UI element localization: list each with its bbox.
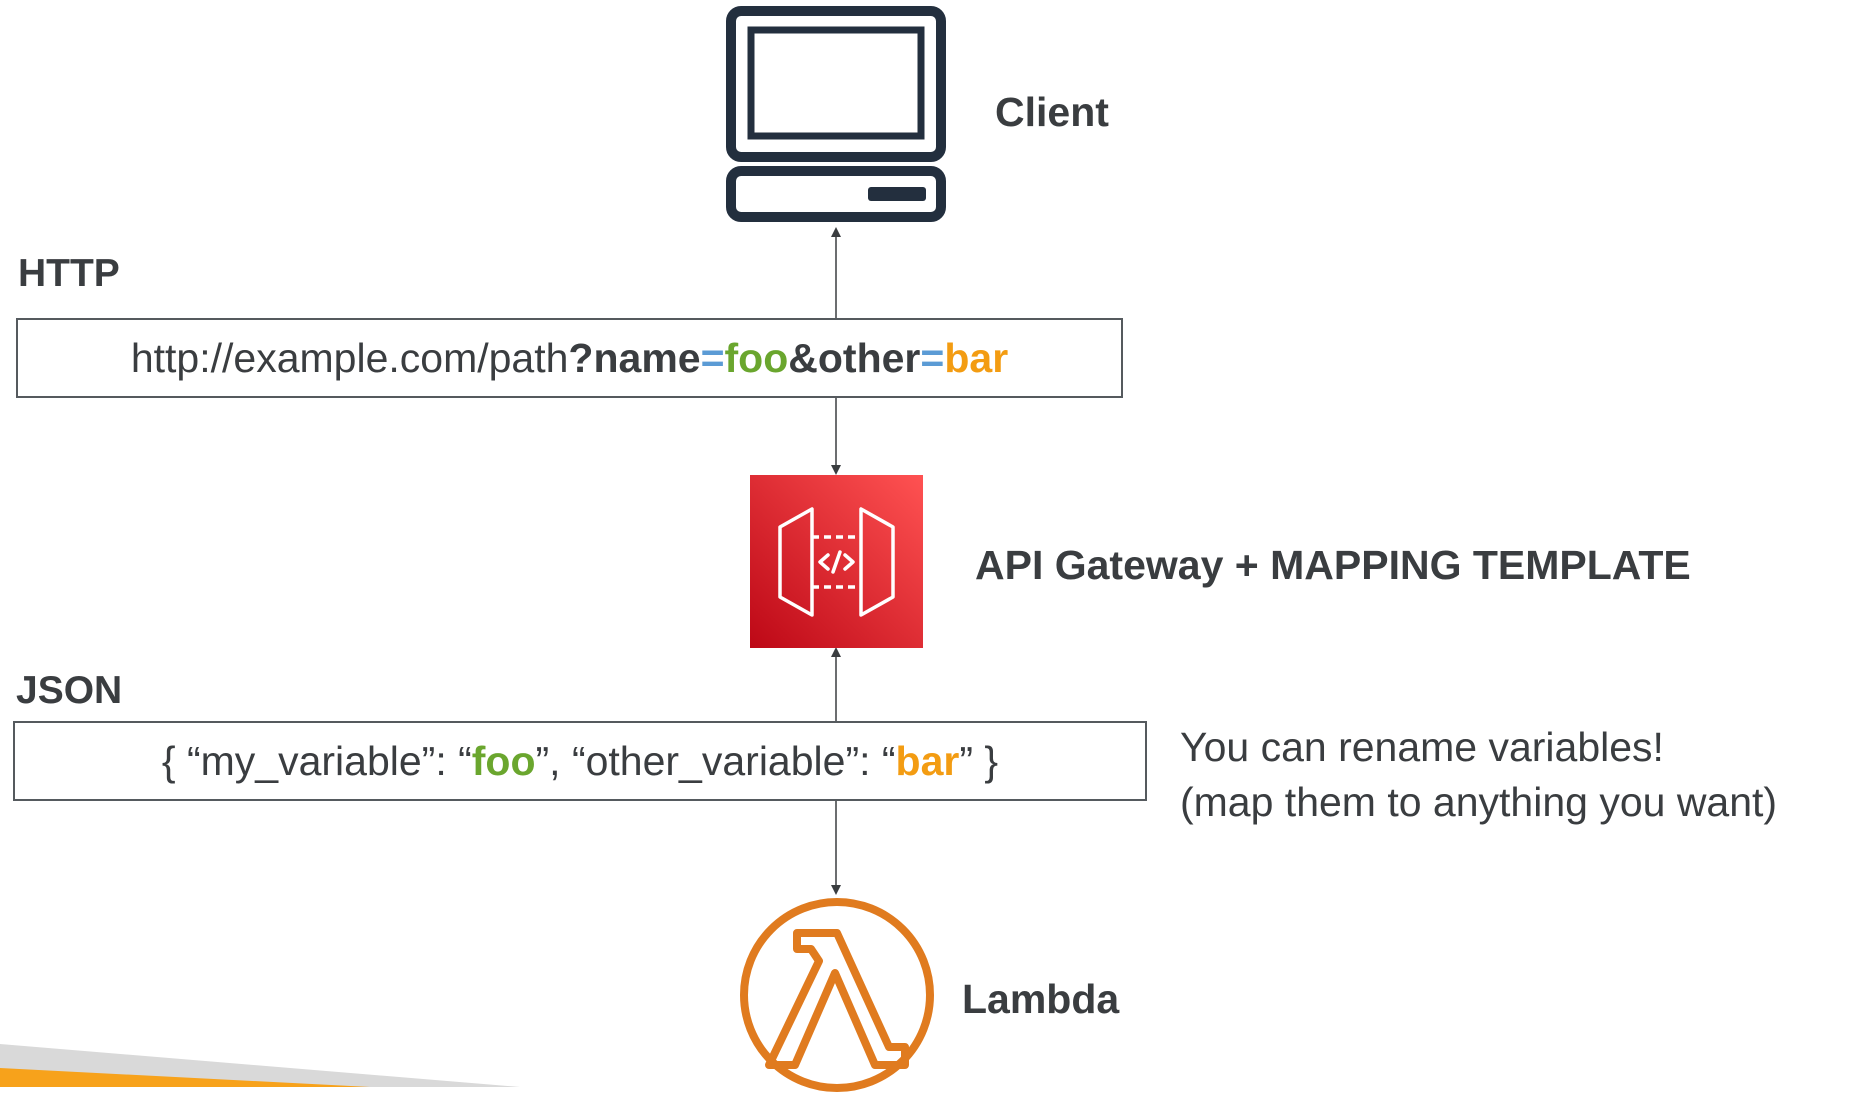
json-payload-box: { “my_variable”: “foo”, “other_variable”…: [13, 721, 1147, 801]
json-middle: ”, “other_variable”: “: [535, 737, 896, 784]
lambda-icon: [740, 898, 934, 1092]
url-base: http://example.com/path: [130, 334, 569, 381]
param2-value: bar: [944, 334, 1009, 381]
json-close: ” }: [959, 737, 999, 784]
json-value2: bar: [895, 737, 960, 784]
http-url-box: http://example.com/path? name = foo & other = b…: [16, 318, 1123, 398]
http-label: HTTP: [18, 252, 120, 295]
api-gateway-icon: [750, 475, 923, 648]
client-node: [725, 5, 947, 223]
footer-decoration: [0, 1044, 520, 1087]
lambda-node: [737, 895, 937, 1092]
lambda-label: Lambda: [962, 976, 1120, 1022]
param1-name: name: [593, 334, 701, 381]
url-question-mark: ?: [568, 334, 594, 381]
rename-note: You can rename variables! (map them to a…: [1180, 720, 1777, 830]
url-ampersand: &: [788, 334, 818, 381]
json-value1: foo: [471, 737, 536, 784]
rename-note-line2: (map them to anything you want): [1180, 779, 1778, 825]
api-gateway-label: API Gateway + MAPPING TEMPLATE: [975, 542, 1691, 588]
param1-value: foo: [724, 334, 789, 381]
param1-equals: =: [700, 334, 725, 381]
client-label: Client: [995, 89, 1109, 135]
param2-equals: =: [920, 334, 945, 381]
api-gateway-node: [750, 475, 923, 648]
json-label: JSON: [16, 669, 123, 712]
json-open: { “my_variable”: “: [161, 737, 472, 784]
param2-name: other: [817, 334, 921, 381]
desktop-computer-icon: [726, 6, 946, 222]
rename-note-line1: You can rename variables!: [1180, 724, 1664, 770]
